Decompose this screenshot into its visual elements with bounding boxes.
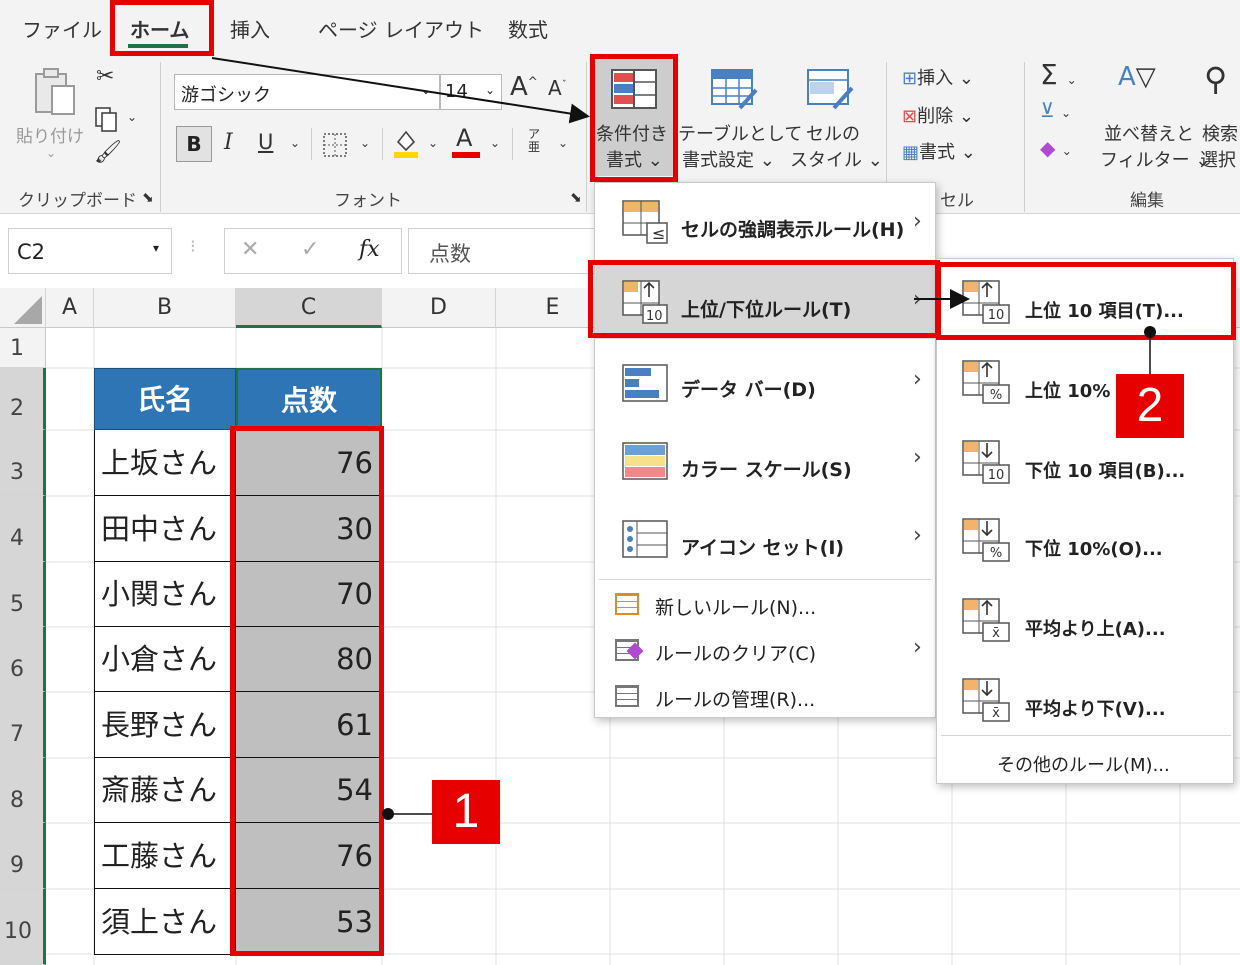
callout-2: 2 <box>1116 374 1184 438</box>
excel-window: ファイル ホーム 挿入 ページ レイアウト 数式 貼り付け ⌄ ✂ ⌄ 🖌 クリ… <box>0 0 1240 965</box>
annotation-arrows-2 <box>914 289 1156 376</box>
